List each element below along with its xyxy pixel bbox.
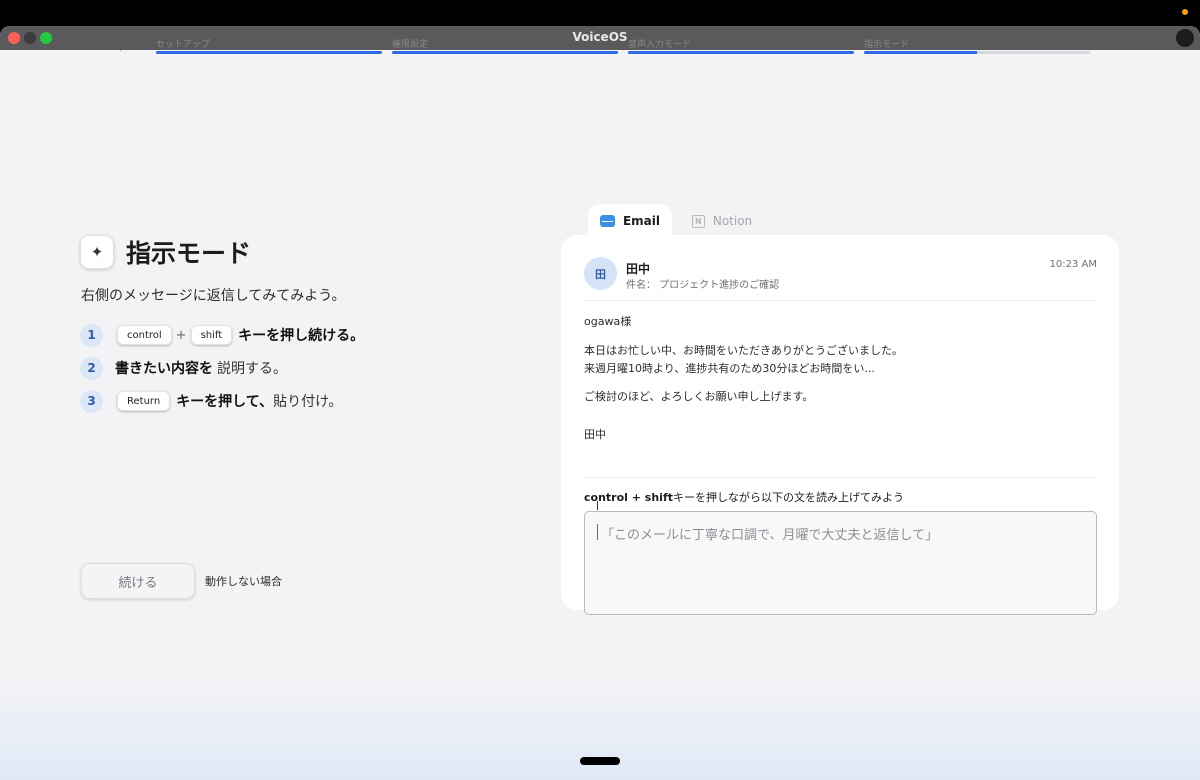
email-timestamp: 10:23 AM bbox=[1049, 259, 1097, 270]
step-number: 3 bbox=[80, 389, 103, 413]
divider bbox=[584, 477, 1096, 478]
read-aloud-prompt: control + shiftキーを押しながら以下の文を読み上げてみよう bbox=[584, 489, 904, 505]
page-subtitle: 右側のメッセージに返信してみてみよう。 bbox=[81, 288, 346, 304]
step-instruction-mode: 指示モード bbox=[864, 37, 1090, 54]
step-permissions: 権限設定 bbox=[392, 37, 618, 54]
tab-label: Notion bbox=[712, 214, 753, 228]
back-button[interactable]: ‹ bbox=[116, 37, 122, 56]
email-body-line: ogawa様 bbox=[584, 315, 632, 328]
instruction-text-bold: 書きたい内容を bbox=[115, 361, 213, 377]
email-card: 田 田中 件名： プロジェクト進捗のご確認 10:23 AM ogawa様 本日… bbox=[561, 235, 1119, 615]
step-label: 権限設定 bbox=[392, 40, 429, 50]
step-progress-bar bbox=[628, 51, 854, 54]
step-label: 音声入力モード bbox=[628, 40, 692, 50]
divider bbox=[584, 300, 1096, 301]
prompt-text: キーを押しながら以下の文を読み上げてみよう bbox=[673, 491, 904, 504]
tab-email[interactable]: Email bbox=[588, 204, 672, 238]
continue-button[interactable]: 続ける bbox=[81, 563, 195, 599]
instruction-text-bold: キーを押して、 bbox=[176, 394, 274, 410]
plus-sign: + bbox=[175, 327, 187, 343]
reply-placeholder: 「このメールに丁寧な口調で、月曜で大丈夫と返信して」 bbox=[601, 528, 939, 543]
email-body-line: ご検討のほど、よろしくお願い申し上げます。 bbox=[584, 390, 814, 403]
reply-input[interactable]: 「このメールに丁寧な口調で、月曜で大丈夫と返信して」 bbox=[584, 511, 1097, 615]
tab-label: Email bbox=[622, 214, 661, 228]
instruction-text: 貼り付け。 bbox=[273, 394, 343, 410]
window-control-icon[interactable] bbox=[1176, 29, 1194, 47]
input-caret bbox=[597, 524, 598, 540]
home-indicator[interactable] bbox=[580, 757, 620, 765]
step-number: 1 bbox=[80, 323, 103, 347]
avatar: 田 bbox=[584, 257, 617, 290]
instruction-step-3: 3 Return キーを押して、 貼り付け。 bbox=[80, 389, 342, 413]
instruction-step-2: 2 書きたい内容を 説明する。 bbox=[80, 356, 287, 380]
key-control: control bbox=[117, 325, 172, 345]
mail-icon bbox=[599, 215, 615, 227]
sparkle-icon: ✦ bbox=[80, 235, 114, 269]
text-cursor-icon bbox=[597, 501, 598, 510]
instruction-step-1: 1 control + shift キーを押し続ける。 bbox=[80, 323, 364, 347]
step-setup: セットアップ bbox=[156, 37, 382, 54]
instruction-text: 説明する。 bbox=[217, 361, 287, 377]
tab-notion[interactable]: N Notion bbox=[680, 204, 764, 238]
page-title: 指示モード bbox=[126, 239, 252, 268]
step-progress-bar bbox=[864, 51, 1090, 54]
step-number: 2 bbox=[80, 356, 103, 380]
notion-icon: N bbox=[691, 214, 705, 228]
email-body-line: 田中 bbox=[584, 428, 606, 441]
key-shift: shift bbox=[190, 325, 233, 345]
step-progress-bar bbox=[156, 51, 382, 54]
email-body-line: 来週月曜10時より、進捗共有のため30分ほどお時間をい... bbox=[584, 362, 875, 375]
recording-indicator-icon bbox=[1182, 9, 1188, 15]
email-body-line: 本日はお忙しい中、お時間をいただきありがとうございました。 bbox=[584, 344, 903, 357]
step-voice-input-mode: 音声入力モード bbox=[628, 37, 854, 54]
step-label: セットアップ bbox=[156, 40, 211, 50]
sender-name: 田中 bbox=[626, 262, 651, 276]
key-return: Return bbox=[117, 391, 171, 411]
email-subject: 件名： プロジェクト進捗のご確認 bbox=[626, 280, 780, 291]
step-label: 指示モード bbox=[864, 40, 910, 50]
not-working-link[interactable]: 動作しない場合 bbox=[205, 573, 282, 589]
instruction-text: キーを押し続ける。 bbox=[238, 328, 365, 344]
app-window: VoiceOS ‹ セットアップ 権限設定 音声入力モード 指示モード ✦ 指示… bbox=[0, 26, 1200, 780]
step-progress-bar bbox=[392, 51, 618, 54]
